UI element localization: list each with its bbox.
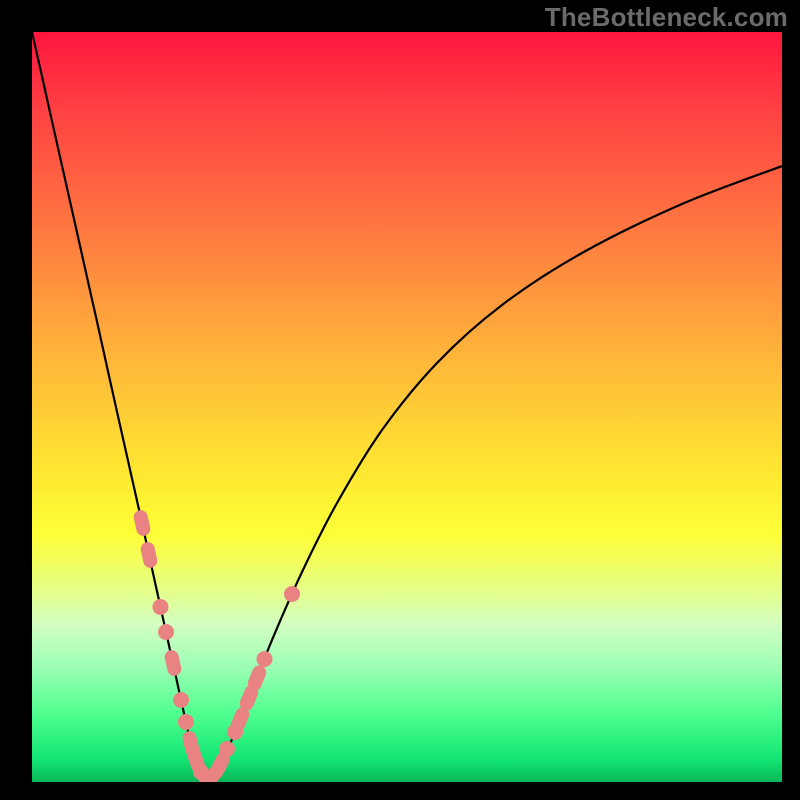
curve-marker xyxy=(173,692,189,708)
plot-area xyxy=(32,32,782,782)
chart-frame: TheBottleneck.com xyxy=(0,0,800,800)
watermark-text: TheBottleneck.com xyxy=(545,2,788,33)
bottleneck-curve xyxy=(32,32,782,777)
curve-marker xyxy=(139,541,158,569)
curve-marker xyxy=(132,509,151,537)
curve-marker xyxy=(284,586,300,602)
curve-marker xyxy=(163,649,182,677)
curve-marker xyxy=(219,741,235,757)
curve-marker xyxy=(152,599,168,615)
curve-marker xyxy=(158,624,174,640)
curve-marker xyxy=(257,651,273,667)
plot-svg xyxy=(32,32,782,782)
curve-marker xyxy=(178,714,194,730)
curve-markers xyxy=(132,509,300,782)
